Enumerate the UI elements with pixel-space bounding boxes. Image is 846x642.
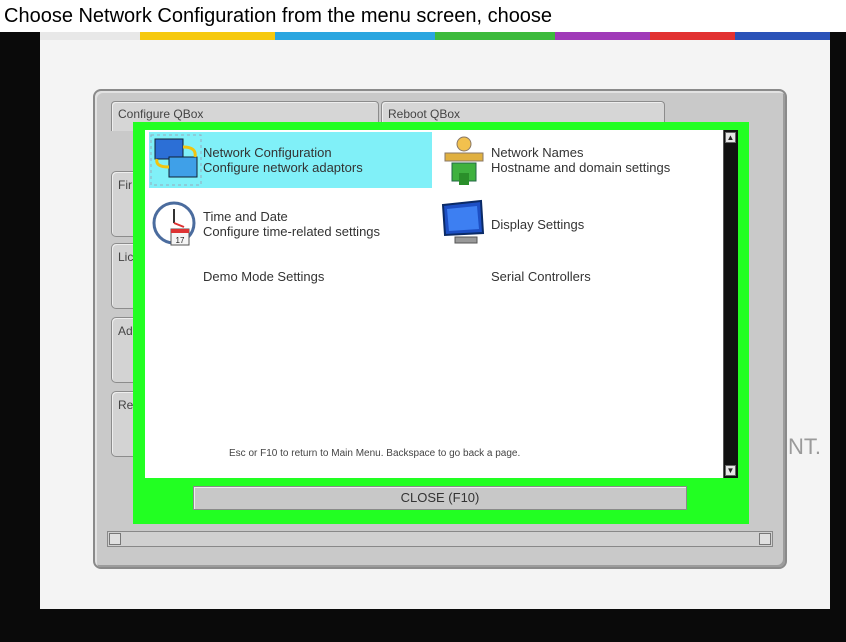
- clock-calendar-icon: 17: [152, 201, 196, 246]
- color-stripe: [555, 32, 650, 40]
- color-stripe: [650, 32, 735, 40]
- vertical-scrollbar[interactable]: ▲ ▼: [723, 130, 738, 478]
- menu-item-demo-mode-settings[interactable]: Demo Mode Settings: [203, 264, 432, 288]
- color-stripe: [40, 32, 140, 40]
- close-button[interactable]: CLOSE (F10): [193, 486, 687, 510]
- menu-item-network-names[interactable]: Network Names Hostname and domain settin…: [437, 132, 723, 188]
- scroll-down-icon[interactable]: ▼: [725, 465, 736, 476]
- menu-item-title: Network Configuration: [203, 145, 332, 160]
- network-names-icon: [444, 136, 484, 185]
- color-stripe: [275, 32, 435, 40]
- help-text: Esc or F10 to return to Main Menu. Backs…: [229, 448, 521, 459]
- menu-item-title: Display Settings: [491, 216, 585, 232]
- menu-item-subtitle: Hostname and domain settings: [491, 160, 671, 175]
- menu-item-subtitle: Configure network adaptors: [203, 160, 363, 175]
- monitor-icon: [441, 199, 485, 244]
- scroll-up-icon[interactable]: ▲: [725, 132, 736, 143]
- svg-text:17: 17: [176, 236, 185, 245]
- color-stripe: [435, 32, 555, 40]
- menu-item-time-and-date[interactable]: 17 Time and Date Configure time-related …: [149, 196, 432, 252]
- menu-item-serial-controllers[interactable]: Serial Controllers: [491, 264, 723, 288]
- menu-item-title: Time and Date: [203, 209, 288, 224]
- background-text: NT.: [788, 434, 821, 459]
- scroll-right-button[interactable]: [759, 533, 771, 545]
- menu-item-title: Serial Controllers: [491, 268, 591, 284]
- scroll-left-button[interactable]: [109, 533, 121, 545]
- color-stripe: [735, 32, 830, 40]
- caption-text: Choose Network Configuration from the me…: [0, 0, 846, 32]
- menu-dialog: Network Configuration Configure network …: [133, 122, 749, 524]
- network-adapters-icon: [150, 134, 202, 186]
- menu-item-title: Network Names: [491, 145, 584, 160]
- menu-item-display-settings[interactable]: Display Settings: [437, 196, 723, 252]
- horizontal-scrollbar[interactable]: [107, 531, 773, 547]
- tv-screen: NT. Configure QBox Reboot QBox Fir Lic A…: [40, 32, 830, 609]
- menu-item-network-configuration[interactable]: Network Configuration Configure network …: [149, 132, 432, 188]
- color-stripe: [140, 32, 275, 40]
- menu-item-title: Demo Mode Settings: [203, 268, 325, 284]
- menu-item-subtitle: Configure time-related settings: [203, 224, 381, 239]
- menu-list: Network Configuration Configure network …: [145, 130, 723, 478]
